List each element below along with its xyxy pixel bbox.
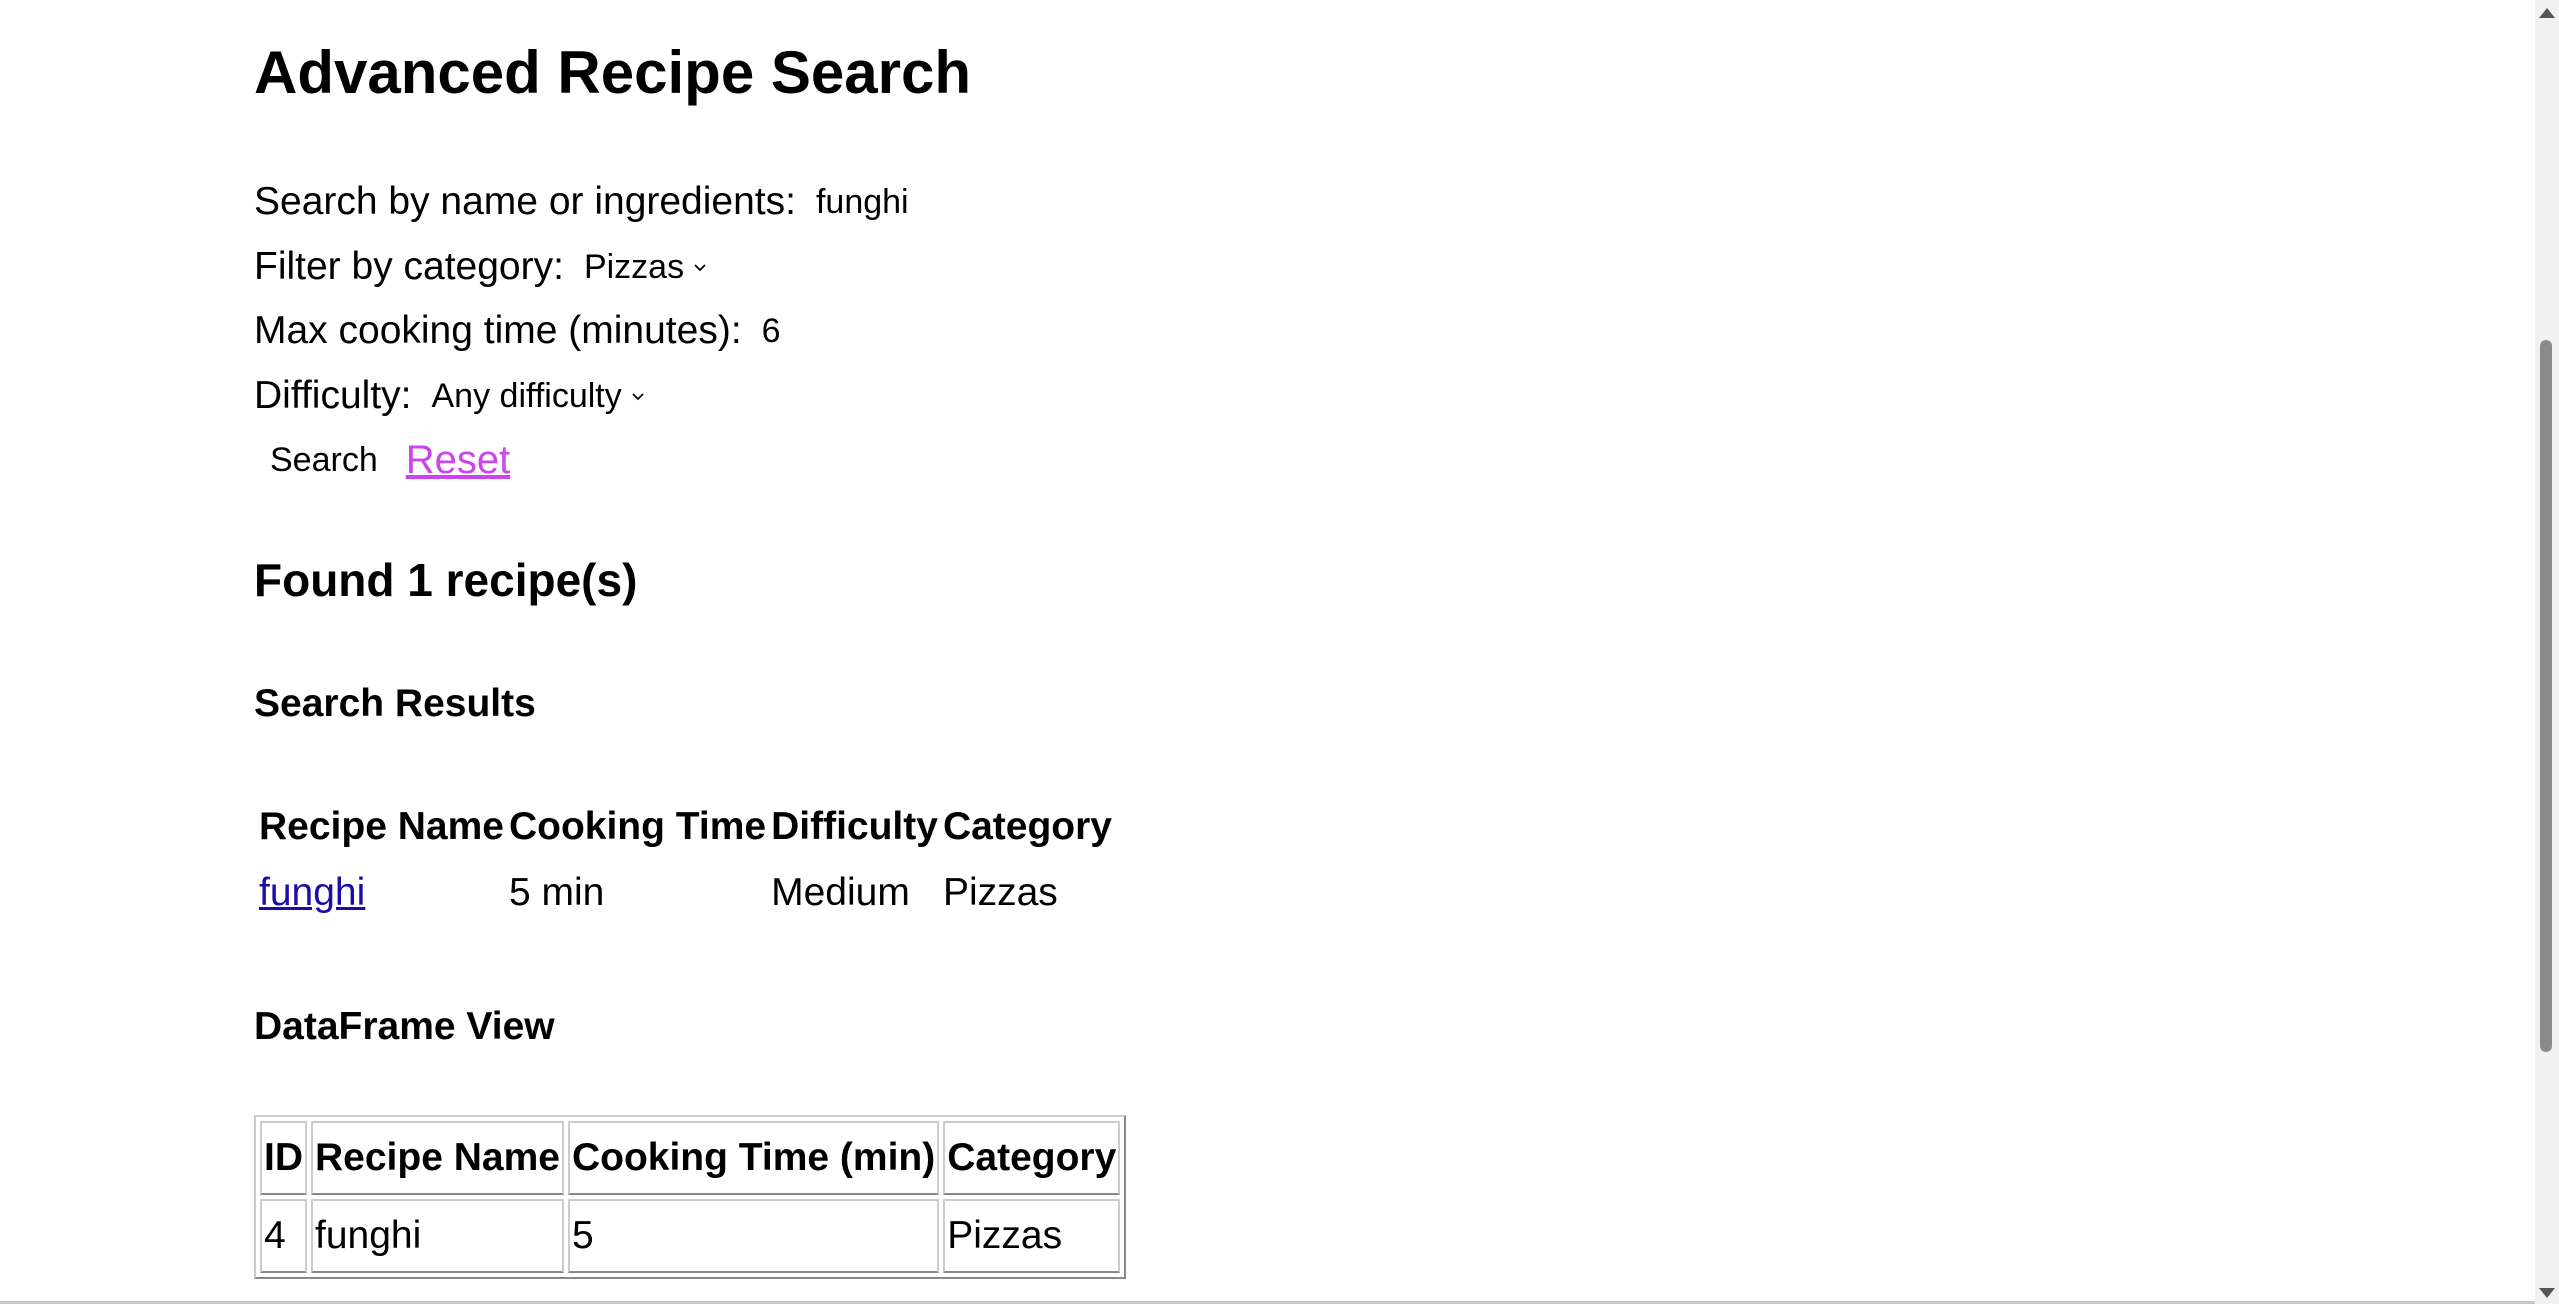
category-cell: Pizzas (943, 1199, 1121, 1273)
difficulty-select[interactable]: Any difficulty (432, 377, 646, 416)
category-cell: Pizzas (942, 871, 1058, 914)
difficulty-row: Difficulty: Any difficulty (254, 374, 646, 418)
search-row: Search by name or ingredients: funghi (254, 180, 909, 224)
vertical-scrollbar[interactable] (2535, 0, 2559, 1304)
cooking-time-cell: 5 min (508, 871, 605, 914)
recipe-name-cell: funghi (311, 1199, 564, 1273)
reset-link[interactable]: Reset (406, 438, 511, 483)
category-row: Filter by category: Pizzas (254, 245, 708, 289)
page-title: Advanced Recipe Search (254, 39, 971, 106)
scrollbar-thumb[interactable] (2540, 340, 2552, 1052)
id-cell: 4 (260, 1199, 307, 1273)
difficulty-select-value: Any difficulty (431, 376, 622, 415)
difficulty-label: Difficulty: (254, 374, 412, 417)
results-header-row: Recipe Name Cooking Time Difficulty Cate… (259, 799, 1112, 855)
search-label: Search by name or ingredients: (254, 180, 796, 223)
category-select-value: Pizzas (583, 247, 685, 286)
difficulty-cell: Medium (771, 871, 910, 914)
column-header: Difficulty (771, 805, 938, 848)
scroll-down-arrow-icon[interactable] (2539, 1288, 2555, 1298)
chevron-down-icon (694, 264, 706, 272)
chevron-down-icon (632, 393, 644, 401)
results-table: Recipe Name Cooking Time Difficulty Cate… (254, 794, 1117, 931)
category-select[interactable]: Pizzas (584, 248, 708, 287)
dataframe-header-row: ID Recipe Name Cooking Time (min) Catego… (260, 1121, 1121, 1195)
scroll-up-arrow-icon[interactable] (2539, 8, 2555, 18)
column-header: Category (943, 1121, 1121, 1195)
column-header: Cooking Time (508, 805, 767, 848)
time-input[interactable]: 6 (762, 312, 781, 351)
recipe-name-cell: funghi (259, 860, 504, 926)
column-header: ID (260, 1121, 307, 1195)
search-input[interactable]: funghi (816, 183, 909, 222)
category-label: Filter by category: (254, 245, 564, 288)
recipe-link[interactable]: funghi (259, 871, 365, 914)
time-label: Max cooking time (minutes): (254, 309, 742, 352)
time-row: Max cooking time (minutes): 6 (254, 309, 781, 353)
column-header: Cooking Time (min) (567, 1121, 940, 1195)
dataframe-table: ID Recipe Name Cooking Time (min) Catego… (254, 1115, 1127, 1279)
search-button[interactable]: Search (254, 441, 394, 480)
column-header: Recipe Name (311, 1121, 564, 1195)
results-count: Found 1 recipe(s) (254, 554, 638, 606)
cooking-time-cell: 5 (567, 1199, 940, 1273)
column-header: Recipe Name (259, 805, 504, 848)
table-row: 4 funghi 5 Pizzas (260, 1199, 1121, 1273)
actions-row: Search Reset (254, 438, 510, 483)
table-row: funghi 5 min Medium Pizzas (259, 860, 1112, 926)
column-header: Category (942, 805, 1112, 848)
dataframe-heading: DataFrame View (254, 1005, 555, 1048)
search-results-heading: Search Results (254, 682, 536, 725)
